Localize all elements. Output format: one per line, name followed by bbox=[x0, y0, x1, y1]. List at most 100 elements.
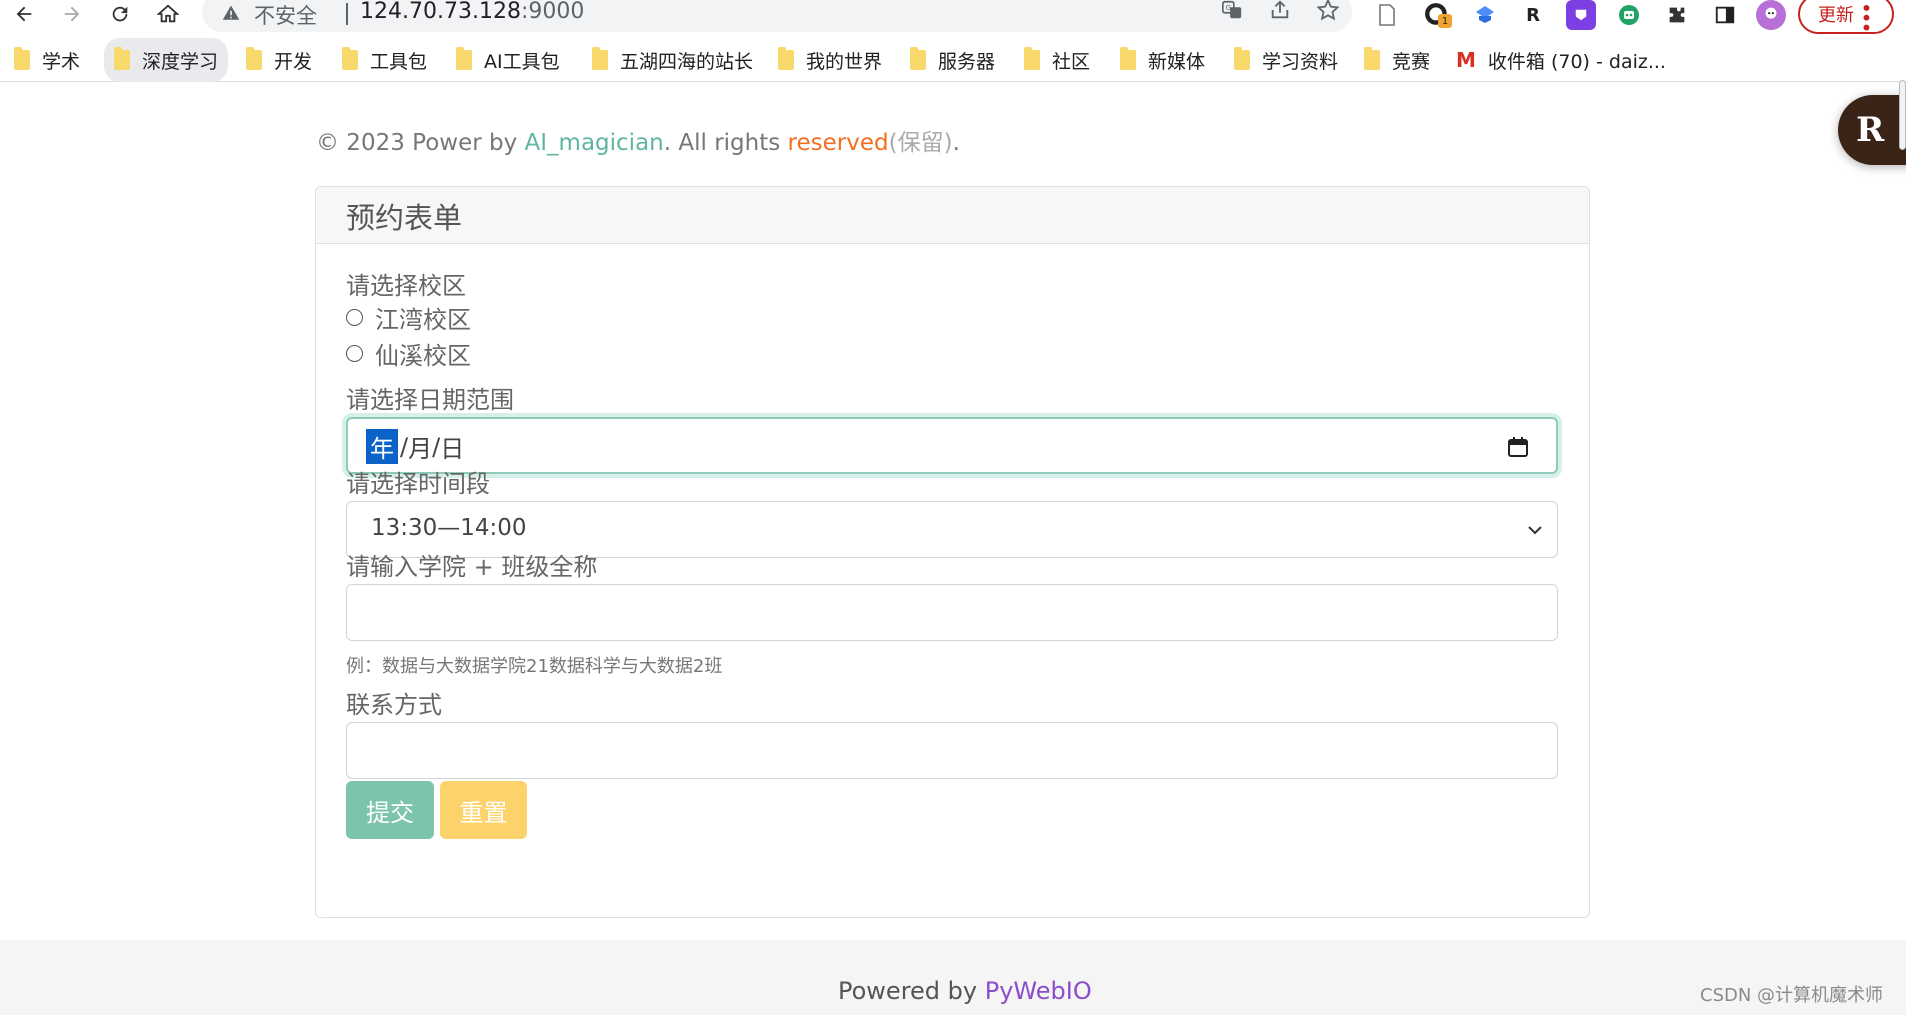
bookmark-item[interactable]: 工具包 bbox=[342, 38, 427, 82]
bookmark-label: 我的世界 bbox=[806, 50, 883, 73]
document-extension-icon[interactable] bbox=[1372, 0, 1402, 30]
gmail-icon: M bbox=[1456, 48, 1476, 72]
bookmark-item[interactable]: 深度学习 bbox=[104, 38, 229, 82]
campus-option-label: 江湾校区 bbox=[375, 306, 471, 334]
copyright-suffix: . bbox=[952, 130, 960, 156]
bookmark-item[interactable]: 开发 bbox=[246, 38, 312, 82]
powered-by: Powered by PyWebIO bbox=[838, 977, 1092, 1005]
bookmark-item[interactable]: 我的世界 bbox=[778, 38, 882, 82]
bookmark-label: 工具包 bbox=[370, 50, 428, 73]
url-host: 124.70.73.128 bbox=[360, 0, 521, 24]
circle-extension-icon[interactable]: 1 bbox=[1422, 0, 1452, 30]
campus-option-xianxi[interactable]: 仙溪校区 bbox=[346, 336, 471, 371]
date-label: 请选择日期范围 bbox=[346, 386, 514, 414]
folder-icon bbox=[114, 47, 130, 70]
bookmark-label: 学习资料 bbox=[1262, 50, 1339, 73]
powered-prefix: Powered by bbox=[838, 977, 985, 1005]
folder-icon bbox=[778, 47, 794, 70]
bookmark-label: 新媒体 bbox=[1148, 50, 1206, 73]
date-sep: / bbox=[400, 432, 409, 461]
r-extension-icon[interactable]: R bbox=[1518, 0, 1548, 30]
reload-icon[interactable] bbox=[104, 0, 136, 28]
floating-r-letter: R bbox=[1856, 110, 1885, 150]
date-year[interactable]: 年 bbox=[366, 429, 398, 464]
page-content: © 2023 Power by AI_magician. All rights … bbox=[0, 83, 1906, 1015]
menu-dots-icon[interactable]: ••• bbox=[1854, 2, 1878, 31]
profile-avatar[interactable] bbox=[1756, 0, 1786, 30]
bookmark-label: 深度学习 bbox=[142, 50, 219, 73]
bookmark-item[interactable]: 五湖四海的站长 bbox=[592, 38, 753, 82]
puzzle-extensions-icon[interactable] bbox=[1662, 0, 1692, 30]
folder-icon bbox=[456, 47, 472, 70]
campus-option-jiangwan[interactable]: 江湾校区 bbox=[346, 300, 471, 335]
folder-icon bbox=[1120, 47, 1136, 70]
browser-toolbar: 不安全 124.70.73.128:9000 G 1 R 更新 ••• bbox=[0, 0, 1906, 34]
bookmark-star-icon[interactable] bbox=[1314, 0, 1342, 24]
time-label: 请选择时间段 bbox=[346, 470, 490, 498]
bookmark-item[interactable]: AI工具包 bbox=[456, 38, 560, 82]
folder-icon bbox=[592, 47, 608, 70]
extension-badge: 1 bbox=[1438, 14, 1452, 28]
blue-extension-icon[interactable] bbox=[1470, 0, 1500, 30]
robot-extension-icon[interactable] bbox=[1614, 0, 1644, 30]
bookmark-label: 学术 bbox=[42, 50, 81, 73]
bookmark-item[interactable]: 学术 bbox=[14, 38, 80, 82]
bookmark-item[interactable]: 社区 bbox=[1024, 38, 1090, 82]
bookmark-item[interactable]: M 收件箱 (70) - daiz... bbox=[1456, 38, 1666, 82]
copyright-prefix: © 2023 Power by bbox=[316, 130, 525, 156]
reservation-form-card: 预约表单 请选择校区 江湾校区 仙溪校区 请选择日期范围 年 / 月 / 日 请… bbox=[315, 186, 1590, 918]
bookmark-item[interactable]: 学习资料 bbox=[1234, 38, 1338, 82]
reserved-link[interactable]: reserved bbox=[788, 130, 889, 156]
bookmark-label: 竞赛 bbox=[1392, 50, 1431, 73]
bookmark-label: 社区 bbox=[1052, 50, 1091, 73]
folder-icon bbox=[14, 47, 30, 70]
bookmark-label: 收件箱 (70) - daiz... bbox=[1487, 50, 1666, 73]
calendar-icon[interactable] bbox=[1506, 435, 1530, 459]
translate-icon[interactable]: G bbox=[1218, 0, 1246, 24]
purple-extension-icon[interactable] bbox=[1566, 0, 1596, 30]
reset-button[interactable]: 重置 bbox=[440, 781, 527, 839]
submit-button[interactable]: 提交 bbox=[346, 781, 434, 839]
date-input[interactable]: 年 / 月 / 日 bbox=[346, 417, 1558, 474]
bookmark-label: 开发 bbox=[274, 50, 313, 73]
share-icon[interactable] bbox=[1266, 0, 1294, 24]
back-arrow-icon[interactable] bbox=[8, 0, 40, 28]
date-month[interactable]: 月 bbox=[408, 429, 432, 464]
scrollbar-thumb[interactable] bbox=[1899, 80, 1906, 150]
class-hint: 例：数据与大数据学院21数据科学与大数据2班 bbox=[346, 656, 723, 677]
csdn-watermark: CSDN @计算机魔术师 bbox=[1700, 985, 1884, 1006]
bookmark-label: 服务器 bbox=[938, 50, 996, 73]
radio-circle[interactable] bbox=[346, 309, 363, 326]
svg-text:G: G bbox=[1226, 3, 1232, 12]
update-button[interactable]: 更新 ••• bbox=[1798, 0, 1894, 34]
campus-option-label: 仙溪校区 bbox=[375, 342, 471, 370]
folder-icon bbox=[910, 47, 926, 70]
bookmark-item[interactable]: 服务器 bbox=[910, 38, 995, 82]
campus-label: 请选择校区 bbox=[346, 272, 466, 300]
author-link[interactable]: AI_magician bbox=[525, 130, 664, 156]
address-bar[interactable]: 不安全 124.70.73.128:9000 G bbox=[202, 0, 1352, 32]
date-day[interactable]: 日 bbox=[440, 429, 464, 464]
pywebio-link[interactable]: PyWebIO bbox=[985, 977, 1092, 1005]
chevron-down-icon bbox=[1528, 526, 1542, 535]
url-text[interactable]: 124.70.73.128:9000 bbox=[360, 0, 584, 24]
home-icon[interactable] bbox=[152, 0, 184, 28]
bookmark-item[interactable]: 竞赛 bbox=[1364, 38, 1430, 82]
copyright-line: © 2023 Power by AI_magician. All rights … bbox=[316, 123, 960, 157]
bookmarks-bar: 学术 深度学习 开发 工具包 AI工具包 五湖四海的站长 我的世界 服务器 社区… bbox=[0, 38, 1906, 82]
bookmark-label: 五湖四海的站长 bbox=[620, 50, 754, 73]
class-input[interactable] bbox=[346, 584, 1558, 641]
radio-circle[interactable] bbox=[346, 345, 363, 362]
form-title: 预约表单 bbox=[316, 187, 1589, 244]
url-port: :9000 bbox=[520, 0, 585, 24]
folder-icon bbox=[1234, 47, 1250, 70]
contact-input[interactable] bbox=[346, 722, 1558, 779]
insecure-label: 不安全 bbox=[254, 4, 317, 28]
warning-icon[interactable] bbox=[222, 4, 240, 22]
class-label: 请输入学院 + 班级全称 bbox=[346, 553, 598, 581]
forward-arrow-icon[interactable] bbox=[56, 0, 88, 28]
bookmark-label: AI工具包 bbox=[484, 50, 560, 73]
bookmark-item[interactable]: 新媒体 bbox=[1120, 38, 1205, 82]
floating-r-button[interactable]: R bbox=[1838, 95, 1906, 165]
side-panel-icon[interactable] bbox=[1710, 0, 1740, 30]
